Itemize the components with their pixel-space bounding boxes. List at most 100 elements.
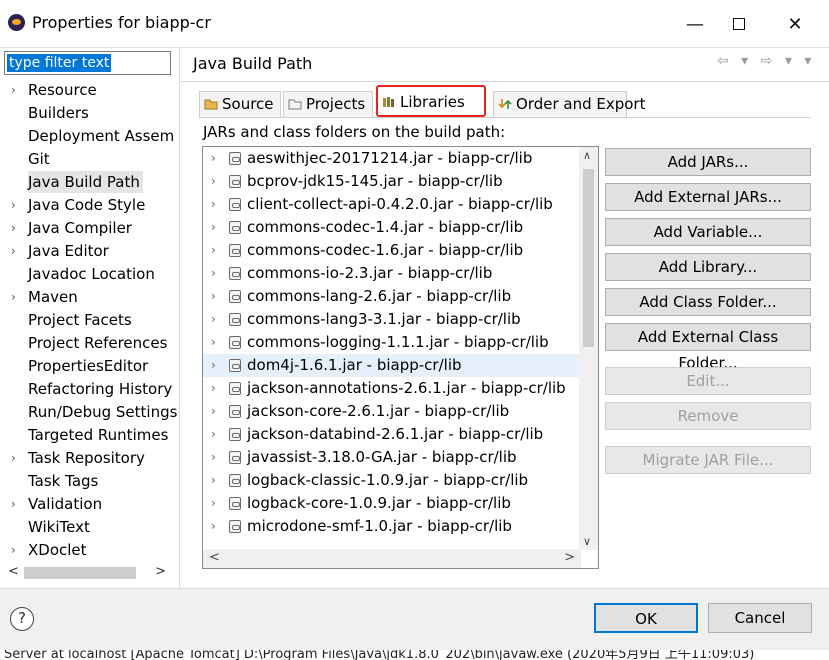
nav-item[interactable]: Javadoc Location: [0, 263, 180, 286]
expand-arrow-icon[interactable]: ›: [211, 170, 216, 193]
nav-item[interactable]: Project References: [0, 332, 180, 355]
nav-item[interactable]: › Resource: [0, 79, 180, 102]
jar-list-item[interactable]: › commons-lang-2.6.jar - biapp-cr/lib: [203, 285, 598, 308]
jar-list-item[interactable]: › commons-io-2.3.jar - biapp-cr/lib: [203, 262, 598, 285]
expand-arrow-icon[interactable]: ›: [11, 79, 16, 102]
remove-button[interactable]: Remove: [605, 402, 811, 430]
expand-arrow-icon[interactable]: ›: [211, 492, 216, 515]
expand-arrow-icon[interactable]: ›: [211, 469, 216, 492]
jar-list-item[interactable]: › javassist-3.18.0-GA.jar - biapp-cr/lib: [203, 446, 598, 469]
scroll-left-icon[interactable]: <: [8, 564, 19, 579]
jar-list-item[interactable]: › logback-core-1.0.9.jar - biapp-cr/lib: [203, 492, 598, 515]
jar-list-item[interactable]: › microdone-smf-1.0.jar - biapp-cr/lib: [203, 515, 598, 538]
nav-item[interactable]: Run/Debug Settings: [0, 401, 180, 424]
nav-item[interactable]: › XDoclet: [0, 539, 180, 562]
add-jars-button[interactable]: Add JARs...: [605, 148, 811, 176]
cancel-button[interactable]: Cancel: [708, 603, 812, 633]
nav-item[interactable]: WikiText: [0, 516, 180, 539]
help-button[interactable]: ?: [10, 607, 34, 631]
jar-label: logback-classic-1.0.9.jar - biapp-cr/lib: [247, 471, 529, 489]
tab-order-and-export[interactable]: Order and Export: [493, 91, 646, 117]
nav-item[interactable]: Refactoring History: [0, 378, 180, 401]
scrollbar-thumb[interactable]: [24, 567, 136, 579]
add-class-folder-button[interactable]: Add Class Folder...: [605, 288, 811, 316]
jar-list[interactable]: › aeswithjec-20171214.jar - biapp-cr/lib ›…: [202, 146, 599, 569]
expand-arrow-icon[interactable]: ›: [211, 423, 216, 446]
tab-projects[interactable]: Projects: [283, 91, 373, 117]
nav-item[interactable]: Project Facets: [0, 309, 180, 332]
nav-item[interactable]: › Task Repository: [0, 447, 180, 470]
nav-item[interactable]: PropertiesEditor: [0, 355, 180, 378]
jar-list-item[interactable]: › logback-classic-1.0.9.jar - biapp-cr/li…: [203, 469, 598, 492]
scrollbar-thumb[interactable]: [583, 169, 594, 347]
scroll-down-icon[interactable]: ∨: [583, 535, 591, 548]
expand-arrow-icon[interactable]: ›: [211, 216, 216, 239]
expand-arrow-icon[interactable]: ›: [11, 447, 16, 470]
nav-horizontal-scrollbar[interactable]: < >: [4, 564, 176, 582]
scroll-right-icon[interactable]: >: [155, 564, 166, 579]
nav-item[interactable]: Git: [0, 148, 180, 171]
scroll-left-icon[interactable]: <: [209, 550, 220, 565]
expand-arrow-icon[interactable]: ›: [11, 217, 16, 240]
expand-arrow-icon[interactable]: ›: [211, 285, 216, 308]
jar-list-item[interactable]: › bcprov-jdk15-145.jar - biapp-cr/lib: [203, 170, 598, 193]
nav-item[interactable]: Builders: [0, 102, 180, 125]
nav-item[interactable]: Task Tags: [0, 470, 180, 493]
expand-arrow-icon[interactable]: ›: [11, 286, 16, 309]
add-external-jars-button[interactable]: Add External JARs...: [605, 183, 811, 211]
expand-arrow-icon[interactable]: ›: [11, 539, 16, 562]
jar-list-item[interactable]: › aeswithjec-20171214.jar - biapp-cr/lib: [203, 147, 598, 170]
expand-arrow-icon[interactable]: ›: [211, 515, 216, 538]
expand-arrow-icon[interactable]: ›: [211, 193, 216, 216]
expand-arrow-icon[interactable]: ›: [11, 194, 16, 217]
ok-button[interactable]: OK: [594, 603, 698, 633]
dialog-button-bar: ? OK Cancel: [0, 588, 829, 650]
expand-arrow-icon[interactable]: ›: [211, 446, 216, 469]
add-library-button[interactable]: Add Library...: [605, 253, 811, 281]
expand-arrow-icon[interactable]: ›: [211, 262, 216, 285]
scroll-up-icon[interactable]: ∧: [583, 149, 591, 162]
expand-arrow-icon[interactable]: ›: [211, 239, 216, 262]
jar-list-item[interactable]: › jackson-core-2.6.1.jar - biapp-cr/lib: [203, 400, 598, 423]
nav-item[interactable]: › Java Compiler: [0, 217, 180, 240]
close-button[interactable]: ✕: [772, 8, 818, 40]
jar-list-item[interactable]: › commons-lang3-3.1.jar - biapp-cr/lib: [203, 308, 598, 331]
edit-button[interactable]: Edit...: [605, 367, 811, 395]
minimize-button[interactable]: —: [672, 8, 718, 40]
tab-source[interactable]: Source: [199, 91, 281, 117]
expand-arrow-icon[interactable]: ›: [11, 493, 16, 516]
nav-item[interactable]: › Maven: [0, 286, 180, 309]
nav-item[interactable]: Java Build Path: [0, 171, 180, 194]
add-external-class-folder-button[interactable]: Add External Class Folder...: [605, 323, 811, 372]
nav-item[interactable]: › Validation: [0, 493, 180, 516]
jar-list-item[interactable]: › client-collect-api-0.4.2.0.jar - biapp-…: [203, 193, 598, 216]
jar-list-item[interactable]: › commons-codec-1.6.jar - biapp-cr/lib: [203, 239, 598, 262]
history-nav-arrows[interactable]: ⇦ ▾ ⇨ ▾ ▾: [717, 53, 815, 69]
divider: [181, 81, 829, 82]
expand-arrow-icon[interactable]: ›: [211, 331, 216, 354]
jar-list-item[interactable]: › commons-codec-1.4.jar - biapp-cr/lib: [203, 216, 598, 239]
jar-list-item[interactable]: › commons-logging-1.1.1.jar - biapp-cr/li…: [203, 331, 598, 354]
jar-list-vertical-scrollbar[interactable]: ∧ ∨: [579, 147, 598, 550]
tab-libraries[interactable]: Libraries: [376, 85, 486, 117]
nav-item-label: Project Facets: [28, 311, 132, 329]
nav-item[interactable]: Deployment Assem: [0, 125, 180, 148]
jar-list-item[interactable]: › dom4j-1.6.1.jar - biapp-cr/lib: [203, 354, 598, 377]
expand-arrow-icon[interactable]: ›: [211, 377, 216, 400]
expand-arrow-icon[interactable]: ›: [11, 240, 16, 263]
expand-arrow-icon[interactable]: ›: [211, 308, 216, 331]
add-variable-button[interactable]: Add Variable...: [605, 218, 811, 246]
migrate-jar-button[interactable]: Migrate JAR File...: [605, 446, 811, 474]
nav-item[interactable]: Targeted Runtimes: [0, 424, 180, 447]
maximize-button[interactable]: [716, 8, 762, 40]
expand-arrow-icon[interactable]: ›: [211, 354, 216, 377]
nav-item[interactable]: › Java Code Style: [0, 194, 180, 217]
filter-input[interactable]: type filter text: [4, 51, 171, 75]
nav-item[interactable]: › Java Editor: [0, 240, 180, 263]
scroll-right-icon[interactable]: >: [564, 550, 575, 565]
expand-arrow-icon[interactable]: ›: [211, 400, 216, 423]
jar-list-horizontal-scrollbar[interactable]: < >: [203, 549, 581, 568]
jar-list-item[interactable]: › jackson-databind-2.6.1.jar - biapp-cr/l…: [203, 423, 598, 446]
jar-list-item[interactable]: › jackson-annotations-2.6.1.jar - biapp-c…: [203, 377, 598, 400]
expand-arrow-icon[interactable]: ›: [211, 147, 216, 170]
